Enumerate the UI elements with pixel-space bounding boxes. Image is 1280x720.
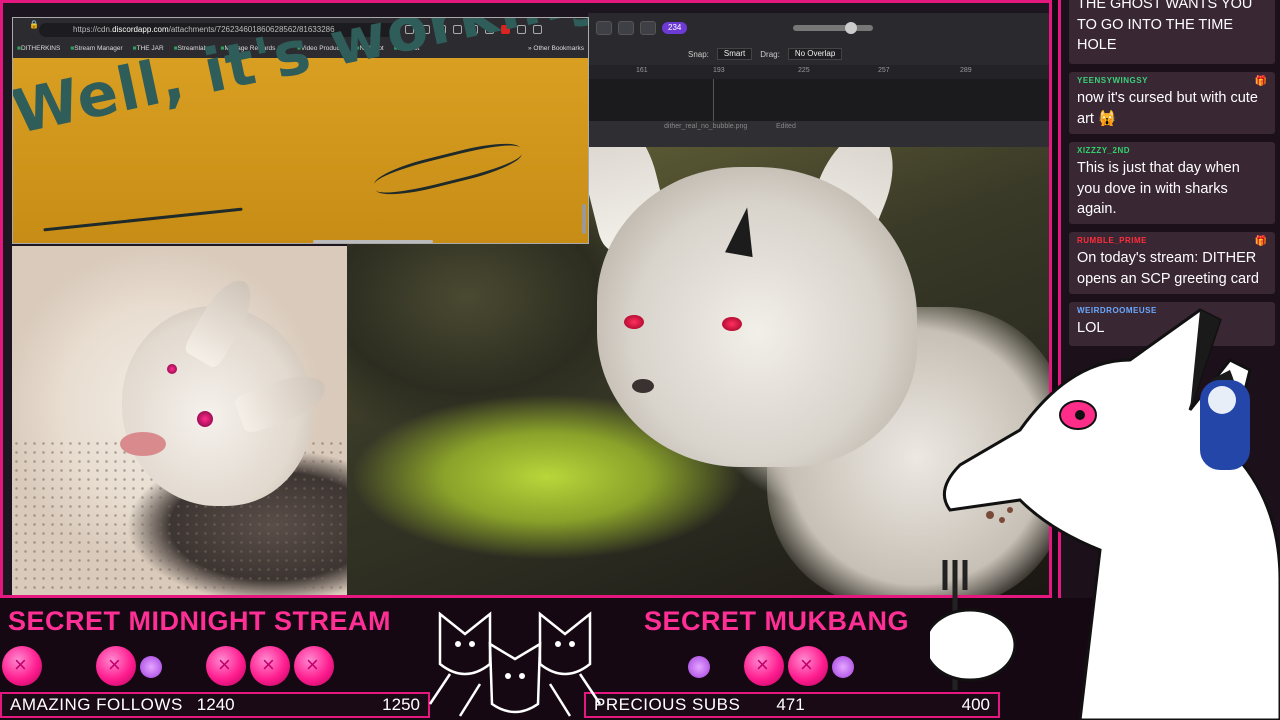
horizontal-scrollbar[interactable] (313, 240, 433, 243)
follows-goal: 1250 (382, 695, 420, 714)
chat-username: RUMBLE_PRIME (1077, 236, 1148, 245)
subs-label: PRECIOUS SUBS (594, 695, 741, 714)
editor-toolbar: 234 Snap: Smart Drag: No Overlap 161 193… (588, 13, 1049, 121)
chat-message: RUMBLE_PRIME 🎁 On today's stream: DITHER… (1069, 232, 1275, 294)
chat-username: YEENSYWINGSY (1077, 76, 1148, 85)
creature-logo (428, 611, 602, 717)
editor-button[interactable] (640, 21, 656, 35)
document-title-bar: dither_real_no_bubble.png Edited (588, 121, 1049, 147)
vertical-scrollbar[interactable] (582, 204, 586, 234)
chat-username: XIZZZY_2ND (1077, 146, 1131, 155)
snap-drag-row: Snap: Smart Drag: No Overlap (588, 47, 1049, 61)
timeline-ruler: 161 193 225 257 289 (588, 65, 1049, 79)
image-content: Well, it's working! (13, 18, 588, 243)
bookmark[interactable]: DITHERKINS (17, 45, 60, 57)
logo-eye (569, 641, 575, 647)
drag-select[interactable]: No Overlap (787, 48, 843, 60)
logo-center-head (488, 641, 542, 714)
drag-label: Drag: (760, 49, 780, 59)
mascot-avatar (930, 308, 1280, 720)
follows-label: AMAZING FOLLOWS (10, 695, 183, 714)
lock-icon: 🔒 (29, 20, 39, 29)
painting-eye (722, 317, 742, 331)
plush-photo (12, 246, 347, 595)
follows-goal-bar: AMAZING FOLLOWS 1240 1250 (0, 692, 430, 718)
underline-stroke (43, 207, 243, 232)
chat-text: This is just that day when you dove in w… (1077, 160, 1240, 217)
right-goal-title: SECRET MUKBANG (644, 606, 910, 636)
gem-icon (140, 656, 162, 678)
other-bookmarks[interactable]: Other Bookmarks (528, 45, 584, 52)
painting-nose (632, 379, 654, 393)
gem-icon (688, 656, 710, 678)
subs-current: 471 (776, 695, 805, 714)
orb-icon (744, 646, 784, 686)
orb-icon (96, 646, 136, 686)
logo-right-head (538, 611, 592, 676)
logo-eye (455, 641, 461, 647)
stream-canvas: 234 Snap: Smart Drag: No Overlap 161 193… (0, 0, 1052, 598)
timeline-track[interactable] (588, 79, 1049, 121)
zoom-slider[interactable] (793, 22, 874, 34)
ruler-tick: 225 (798, 67, 810, 74)
gem-icon (832, 656, 854, 678)
url-prefix: https://cdn. (73, 25, 113, 34)
notification-badge: 234 (662, 22, 688, 34)
gift-badge-icon: 🎁 (1254, 76, 1267, 87)
gift-badge-icon: 🎁 (1254, 236, 1267, 247)
mascot-plush-face (1208, 386, 1236, 414)
chat-text: now it's cursed but with cute art 🙀 (1077, 90, 1258, 127)
playhead[interactable] (713, 79, 714, 121)
orb-icon (788, 646, 828, 686)
painting-eye (624, 315, 644, 329)
plush-eye (167, 364, 177, 374)
url-host: discordapp.com (112, 25, 169, 34)
ruler-tick: 289 (960, 67, 972, 74)
logo-eye (505, 673, 511, 679)
chat-message: THE GHOST WANTS YOU TO GO INTO THE TIME … (1069, 0, 1275, 64)
chat-message: YEENSYWINGSY 🎁 now it's cursed but with … (1069, 72, 1275, 134)
plush-tongue (120, 432, 166, 456)
ruler-tick: 161 (636, 67, 648, 74)
snap-select[interactable]: Smart (716, 48, 753, 60)
logo-left-head (438, 611, 492, 676)
snap-label: Snap: (688, 49, 709, 59)
mascot-freckle (1007, 507, 1013, 513)
left-orb-row (2, 646, 334, 690)
logo-eye (519, 673, 525, 679)
scribble-lines (371, 136, 525, 202)
bookmark[interactable]: Stream Manager (70, 45, 122, 57)
document-status: Edited (776, 123, 796, 130)
mascot-freckle (986, 511, 994, 519)
ruler-tick: 257 (878, 67, 890, 74)
document-title: dither_real_no_bubble.png (664, 123, 748, 130)
mascot-paw (930, 608, 1017, 682)
chat-text: On today's stream: DITHER opens an SCP g… (1077, 250, 1259, 287)
logo-eye (555, 641, 561, 647)
mascot-pupil (1075, 410, 1085, 420)
editor-button[interactable] (596, 21, 612, 35)
editor-top-row: 234 (588, 17, 1049, 39)
chat-message: XIZZZY_2ND This is just that day when yo… (1069, 142, 1275, 224)
follows-current: 1240 (196, 695, 235, 714)
mascot-freckle (999, 517, 1005, 523)
orb-icon (2, 646, 42, 686)
ruler-tick: 193 (713, 67, 725, 74)
plush-eye (197, 411, 213, 427)
right-orb-row (688, 646, 854, 690)
orb-icon (206, 646, 246, 686)
logo-limbs (428, 673, 602, 717)
chat-text: THE GHOST WANTS YOU TO GO INTO THE TIME … (1077, 0, 1253, 53)
orb-icon (294, 646, 334, 686)
editor-button[interactable] (618, 21, 634, 35)
orb-icon (250, 646, 290, 686)
browser-window: 🔒 https://cdn.discordapp.com/attachments… (12, 17, 589, 244)
logo-eye (469, 641, 475, 647)
left-goal-title: SECRET MIDNIGHT STREAM (8, 606, 392, 636)
